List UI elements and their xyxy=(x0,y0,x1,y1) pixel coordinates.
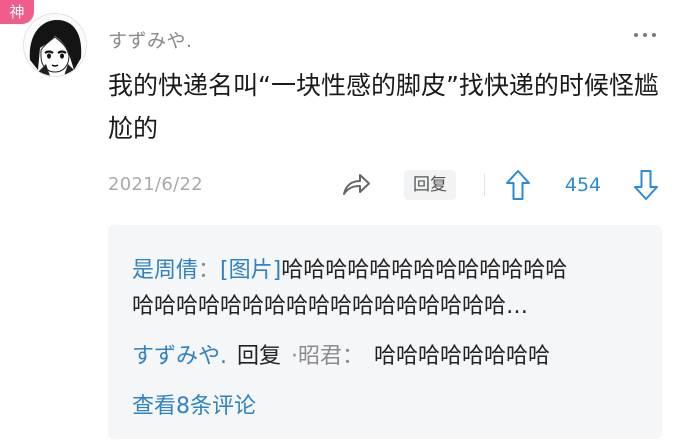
subcomment-line-2: 哈哈哈哈哈哈哈哈哈哈哈哈哈哈哈哈哈… xyxy=(132,294,529,319)
subcomment-author[interactable]: 是周倩 xyxy=(132,258,198,283)
subcomment-author[interactable]: すずみや. xyxy=(132,344,227,369)
comment-text: 我的快递名叫“一块性感的脚皮”找快递的时候怪尴尬的 xyxy=(108,71,659,143)
avatar-illustration xyxy=(24,14,86,76)
subcomment-line-1: 是周倩：[图片]哈哈哈哈哈哈哈哈哈哈哈哈哈 xyxy=(132,252,644,284)
subcomment-text: 哈哈哈哈哈哈哈哈哈哈哈哈哈 xyxy=(281,258,568,283)
vote-count: 454 xyxy=(564,174,602,196)
post-date: 2021/6/22 xyxy=(108,174,203,195)
username[interactable]: すずみや. xyxy=(108,26,193,53)
subcomment-text: 哈哈哈哈哈哈哈哈 xyxy=(374,344,551,369)
divider xyxy=(484,174,485,196)
share-arrow-icon[interactable] xyxy=(340,170,372,200)
downvote-arrow-icon[interactable] xyxy=(632,168,660,202)
subcomment-reply: すずみや. 回复 ·昭君： 哈哈哈哈哈哈哈哈 xyxy=(132,338,644,370)
more-dots-icon[interactable] xyxy=(634,33,656,37)
image-link[interactable]: [图片] xyxy=(220,258,281,283)
colon: ： xyxy=(198,258,221,283)
reply-target[interactable]: ·昭君 xyxy=(291,344,342,369)
god-comment-badge: 神 xyxy=(0,0,34,24)
reply-button[interactable]: 回复 xyxy=(404,170,456,200)
view-all-comments-link[interactable]: 查看8条评论 xyxy=(132,388,256,420)
colon: ： xyxy=(342,344,365,369)
avatar[interactable] xyxy=(24,14,86,76)
reply-word: 回复 xyxy=(237,344,282,369)
upvote-arrow-icon[interactable] xyxy=(504,168,532,202)
